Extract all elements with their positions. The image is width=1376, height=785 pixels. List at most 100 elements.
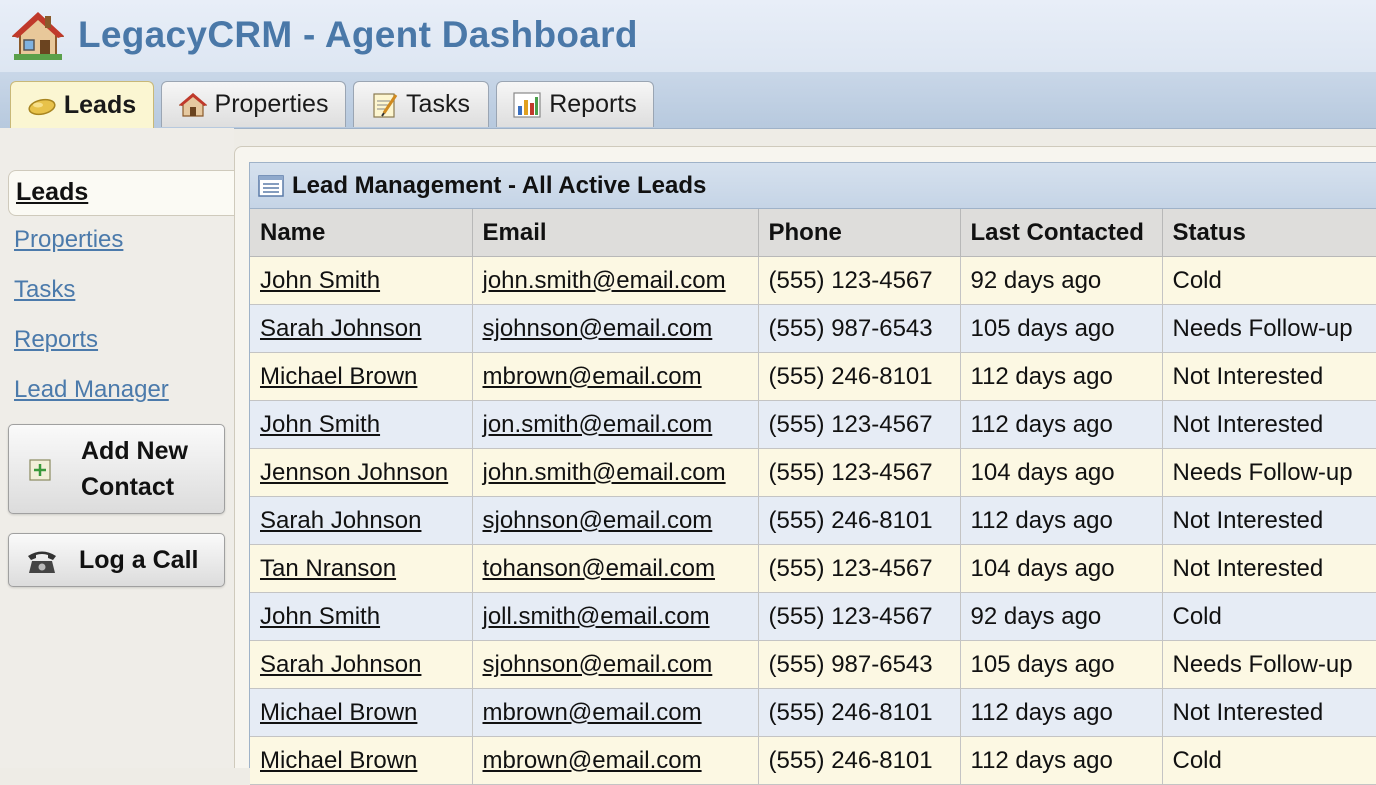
lead-name-link[interactable]: John Smith [260,603,380,630]
table-cell: mbrown@email.com [471,688,759,737]
table-row[interactable]: Sarah Johnson sjohnson@email.com (555) 987… [250,304,1376,353]
lead-email-link[interactable]: sjohnson@email.com [483,651,713,678]
lead-status: Not Interested [1172,506,1324,534]
lead-phone: (555) 123-4567 [768,458,933,486]
table-row[interactable]: John Smith jon.smith@email.com (555) 123-4… [250,400,1376,449]
lead-email-link[interactable]: sjohnson@email.com [483,507,713,534]
tab-leads[interactable]: Leads [10,81,154,129]
lead-name-link[interactable]: Sarah Johnson [260,315,421,342]
table-cell: 105 days ago [959,304,1163,353]
house-icon [178,92,207,117]
table-cell: 92 days ago [959,256,1163,305]
table-cell: 105 days ago [959,640,1163,689]
table-row[interactable]: John Smith john.smith@email.com (555) 123-… [250,256,1376,305]
lead-name-link[interactable]: John Smith [260,411,380,438]
table-cell: Cold [1161,592,1376,641]
table-cell: (555) 123-4567 [757,592,961,641]
column-header-name[interactable]: Name [250,209,473,257]
table-cell: 104 days ago [959,448,1163,497]
table-row[interactable]: Michael Brown mbrown@email.com (555) 246-8… [250,688,1376,737]
lead-name-link[interactable]: Tan Nranson [260,555,396,582]
tab-properties[interactable]: Properties [161,81,346,127]
add-new-contact-button[interactable]: Add New Contact [8,424,225,514]
table-cell: Not Interested [1161,496,1376,545]
lead-name-link[interactable]: Jennson Johnson [260,459,448,486]
lead-phone: (555) 123-4567 [768,554,933,582]
table-cell: john.smith@email.com [471,448,759,497]
log-call-button[interactable]: Log a Call [8,533,225,587]
table-row[interactable]: Sarah Johnson sjohnson@email.com (555) 987… [250,640,1376,689]
tab-tasks[interactable]: Tasks [353,81,489,127]
lead-phone: (555) 246-8101 [768,698,933,726]
sidebar-item-reports[interactable]: Reports [14,326,98,354]
lead-email-link[interactable]: mbrown@email.com [483,747,702,774]
table-cell: (555) 246-8101 [757,496,961,545]
table-row[interactable]: Tan Nranson tohanson@email.com (555) 123-4… [250,544,1376,593]
table-cell: joll.smith@email.com [471,592,759,641]
column-header-last-contacted[interactable]: Last Contacted [959,209,1163,257]
column-header-status[interactable]: Status [1161,209,1376,257]
lead-email-link[interactable]: joll.smith@email.com [483,603,710,630]
lead-phone: (555) 246-8101 [768,746,933,774]
table-row[interactable]: Michael Brown mbrown@email.com (555) 246-8… [250,736,1376,785]
bar-chart-icon [513,91,541,118]
lead-last-contacted: 105 days ago [970,650,1115,678]
lead-phone: (555) 246-8101 [768,506,933,534]
table-row[interactable]: John Smith joll.smith@email.com (555) 123-… [250,592,1376,641]
lead-last-contacted: 112 days ago [970,506,1113,534]
add-icon [29,459,51,481]
main-tab-bar: Leads Properties Tasks Reports [0,72,1376,129]
log-call-label: Log a Call [79,546,199,574]
table-row[interactable]: Jennson Johnson john.smith@email.com (555)… [250,448,1376,497]
table-row[interactable]: Michael Brown mbrown@email.com (555) 246-8… [250,352,1376,401]
lead-status: Cold [1172,746,1222,774]
tab-label: Leads [63,91,137,119]
lead-email-link[interactable]: sjohnson@email.com [483,315,713,342]
column-header-email[interactable]: Email [471,209,759,257]
table-cell: 112 days ago [959,688,1163,737]
lead-phone: (555) 246-8101 [768,362,933,390]
lead-email-link[interactable]: mbrown@email.com [483,699,702,726]
sidebar-item-lead-manager[interactable]: Lead Manager [14,376,169,404]
table-cell: (555) 246-8101 [757,736,961,785]
sidebar-item-tasks[interactable]: Tasks [14,276,75,304]
tab-reports[interactable]: Reports [496,81,654,127]
table-cell: (555) 987-6543 [757,640,961,689]
lead-last-contacted: 92 days ago [970,602,1102,630]
lead-name-link[interactable]: Michael Brown [260,747,417,774]
table-cell: jon.smith@email.com [471,400,759,449]
table-cell: John Smith [250,400,473,449]
table-row[interactable]: Sarah Johnson sjohnson@email.com (555) 246… [250,496,1376,545]
lead-email-link[interactable]: john.smith@email.com [483,267,726,294]
table-cell: (555) 246-8101 [757,352,961,401]
lead-last-contacted: 92 days ago [970,266,1102,294]
sidebar-item-properties[interactable]: Properties [14,226,123,254]
table-cell: John Smith [250,592,473,641]
lead-status: Not Interested [1172,410,1324,438]
house-icon [12,12,64,60]
lead-email-link[interactable]: mbrown@email.com [483,363,702,390]
table-cell: Needs Follow-up [1161,448,1376,497]
table-cell: Sarah Johnson [250,304,473,353]
lead-email-link[interactable]: tohanson@email.com [483,555,715,582]
lead-name-link[interactable]: Sarah Johnson [260,507,421,534]
table-cell: (555) 123-4567 [757,544,961,593]
lead-name-link[interactable]: Michael Brown [260,363,417,390]
lead-last-contacted: 112 days ago [970,410,1113,438]
lead-email-link[interactable]: jon.smith@email.com [483,411,713,438]
telephone-icon [28,551,56,573]
panel-title: Lead Management - All Active Leads [292,171,707,199]
lead-name-link[interactable]: John Smith [260,267,380,294]
lead-status: Cold [1172,602,1222,630]
lead-name-link[interactable]: Sarah Johnson [260,651,421,678]
tab-label: Properties [214,90,329,118]
lead-email-link[interactable]: john.smith@email.com [483,459,726,486]
table-cell: Cold [1161,256,1376,305]
lead-name-link[interactable]: Michael Brown [260,699,417,726]
lead-phone: (555) 123-4567 [768,410,933,438]
table-cell: Michael Brown [250,688,473,737]
lead-last-contacted: 104 days ago [970,458,1115,486]
table-cell: Sarah Johnson [250,640,473,689]
sidebar-item-leads[interactable]: Leads [8,170,236,216]
column-header-phone[interactable]: Phone [757,209,961,257]
